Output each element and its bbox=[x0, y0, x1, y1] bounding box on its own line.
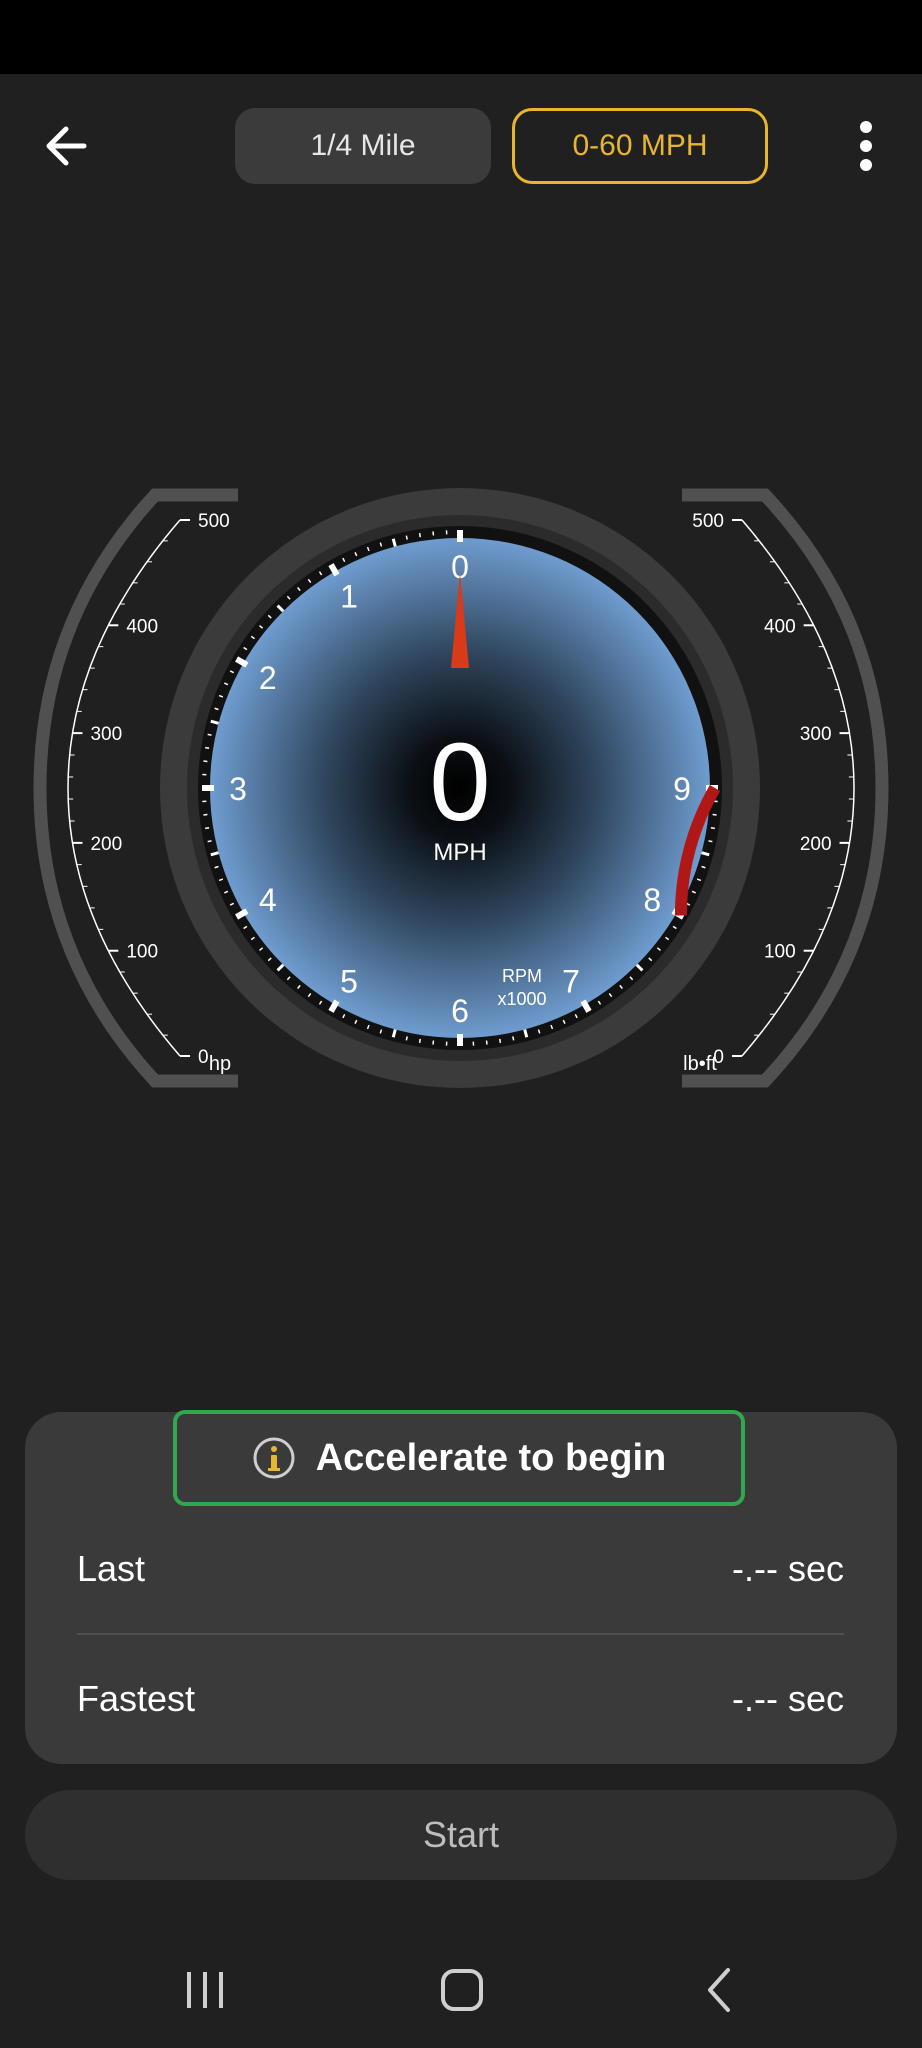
rpm-tick bbox=[708, 840, 713, 843]
power-tick-label: 200 bbox=[90, 834, 122, 855]
torque-unit: lb•ft bbox=[683, 1053, 717, 1075]
info-icon bbox=[253, 1437, 295, 1479]
rpm-tick-label: 7 bbox=[562, 963, 580, 999]
rpm-tick bbox=[207, 840, 212, 843]
torque-tick-label: 500 bbox=[692, 511, 724, 532]
rpm-tick bbox=[405, 1036, 408, 1041]
results-divider bbox=[77, 1633, 844, 1635]
status-banner: Accelerate to begin bbox=[173, 1410, 745, 1506]
more-options-button[interactable] bbox=[846, 118, 886, 174]
tab-zero-to-sixty[interactable]: 0-60 MPH bbox=[512, 108, 768, 184]
home-icon bbox=[441, 1969, 483, 2011]
rpm-tick bbox=[391, 1029, 397, 1038]
home-button[interactable] bbox=[432, 1960, 492, 2020]
rpm-tick-label: 2 bbox=[259, 660, 277, 696]
recent-apps-button[interactable] bbox=[175, 1960, 235, 2020]
fastest-label: Fastest bbox=[77, 1678, 196, 1719]
power-tick-label: 300 bbox=[90, 724, 122, 745]
rpm-tick bbox=[405, 535, 408, 540]
status-bar bbox=[0, 0, 922, 74]
back-button[interactable] bbox=[40, 118, 100, 174]
rpm-tick bbox=[205, 746, 210, 750]
torque-tick-label: 400 bbox=[764, 616, 796, 637]
torque-tick-label: 100 bbox=[764, 942, 796, 963]
rpm-tick-label: 9 bbox=[673, 771, 691, 807]
last-label: Last bbox=[77, 1548, 146, 1589]
gauge-cluster: 01002003004005000100200300400500 0123456… bbox=[33, 488, 889, 1088]
rpm-tick bbox=[418, 1038, 422, 1043]
rpm-tick-label: 3 bbox=[229, 771, 247, 807]
status-message: Accelerate to begin bbox=[315, 1436, 667, 1479]
rpm-tick bbox=[512, 1036, 515, 1041]
tab-quarter-mile[interactable]: 1/4 Mile bbox=[235, 108, 491, 184]
rpm-tick bbox=[710, 826, 715, 830]
rpm-tick bbox=[418, 533, 422, 538]
rpm-tick bbox=[207, 733, 212, 736]
rpm-tick-label: 5 bbox=[340, 963, 358, 999]
rpm-tick bbox=[210, 851, 219, 857]
rpm-tick bbox=[701, 851, 710, 857]
start-button[interactable]: Start bbox=[25, 1790, 897, 1880]
rpm-tick-label: 4 bbox=[259, 882, 277, 918]
speed-unit: MPH bbox=[433, 839, 486, 866]
last-value: -.-- sec bbox=[732, 1548, 844, 1589]
rpm-tick bbox=[498, 1038, 502, 1043]
fastest-value: -.-- sec bbox=[732, 1678, 844, 1719]
rpm-tick bbox=[205, 826, 210, 830]
rpm-tick-label: 6 bbox=[451, 993, 469, 1029]
torque-tick-label: 300 bbox=[800, 724, 832, 745]
power-tick-label: 500 bbox=[198, 511, 230, 532]
rpm-tick bbox=[210, 719, 219, 725]
rpm-tick bbox=[391, 538, 397, 547]
power-tick-label: 100 bbox=[126, 942, 158, 963]
nav-back-button[interactable] bbox=[690, 1960, 750, 2020]
power-unit: hp bbox=[209, 1053, 231, 1075]
more-vertical-icon bbox=[860, 121, 872, 171]
rpm-tick-label: 1 bbox=[340, 579, 358, 615]
recent-apps-icon bbox=[187, 1972, 223, 2008]
torque-tick-label: 200 bbox=[800, 834, 832, 855]
speed-value: 0 bbox=[429, 721, 490, 844]
rpm-tick bbox=[523, 1029, 529, 1038]
rpm-label: RPM bbox=[502, 966, 542, 986]
rpm-multiplier: x1000 bbox=[497, 989, 546, 1009]
rpm-tick-label: 8 bbox=[643, 882, 661, 918]
power-tick-label: 0 bbox=[198, 1047, 209, 1068]
arrow-left-icon bbox=[46, 126, 87, 166]
nav-back-icon bbox=[708, 1968, 730, 2012]
power-tick-label: 400 bbox=[126, 616, 158, 637]
